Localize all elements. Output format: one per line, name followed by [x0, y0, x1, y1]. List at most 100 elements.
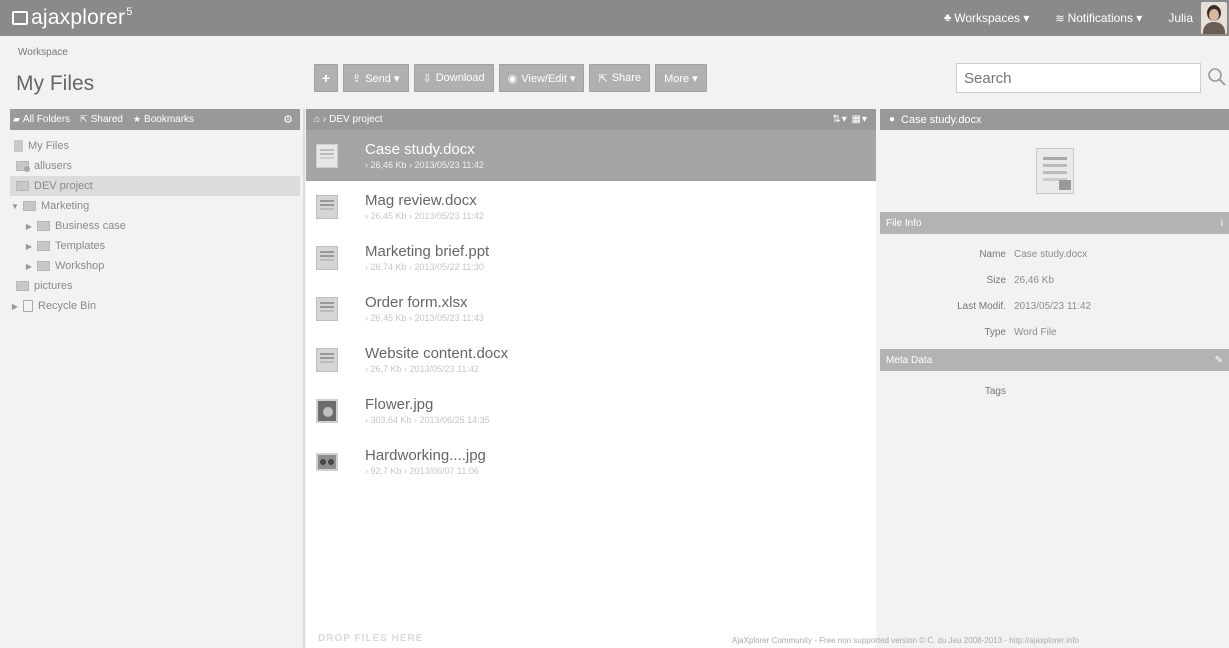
view-edit-button[interactable]: ◉ View/Edit ▾	[498, 64, 585, 92]
workspaces-menu[interactable]: ♣ Workspaces ▾	[944, 11, 1029, 25]
info-row-modified: Last Modif. 2013/05/23 11:42	[880, 293, 1229, 319]
tree-item-business-case[interactable]: ▶ Business case	[10, 216, 300, 236]
file-row[interactable]: Case study.docx › 26,46 Kb › 2013/05/23 …	[306, 130, 876, 181]
notifications-label: Notifications ▾	[1067, 11, 1143, 25]
meta-data-header: Meta Data ✎	[880, 349, 1229, 371]
info-row-size: Size 26,46 Kb	[880, 267, 1229, 293]
tree-item-pictures[interactable]: pictures	[10, 276, 300, 296]
folder-icon	[37, 221, 50, 231]
tree-item-label: pictures	[34, 280, 73, 292]
info-icon[interactable]: i	[1221, 218, 1223, 229]
file-name: Marketing brief.ppt	[365, 243, 490, 260]
share-button[interactable]: ⇱ Share	[589, 64, 651, 92]
tree-item-my-files[interactable]: My Files	[10, 136, 300, 156]
docx-preview-icon	[1035, 148, 1074, 194]
tab-bookmarks[interactable]: ★ Bookmarks	[133, 114, 194, 125]
view-edit-label: View/Edit ▾	[521, 72, 576, 85]
app-logo[interactable]: ajaxplorer 5	[12, 6, 133, 30]
tree-item-templates[interactable]: ▶ Templates	[10, 236, 300, 256]
eye-icon: ◉	[507, 72, 518, 85]
tab-shared-label: Shared	[90, 114, 123, 125]
info-key: Size	[986, 274, 1006, 286]
more-button[interactable]: More ▾	[655, 64, 707, 92]
download-button[interactable]: ⇩ Download	[413, 64, 494, 92]
edit-icon[interactable]: ✎	[1215, 355, 1223, 366]
file-name: Website content.docx	[365, 345, 509, 362]
file-preview	[880, 130, 1229, 212]
tree-item-label: Marketing	[41, 200, 90, 212]
selected-file-title: Case study.docx	[901, 113, 982, 126]
breadcrumb-current[interactable]: DEV project	[329, 114, 382, 125]
workspaces-icon: ♣	[943, 12, 952, 24]
meta-data-label: Meta Data	[886, 354, 933, 366]
file-row[interactable]: Marketing brief.ppt › 26,74 Kb › 2013/05…	[306, 232, 876, 283]
info-circle-icon: ●	[889, 114, 896, 125]
tab-shared[interactable]: ⇱ Shared	[80, 114, 123, 125]
file-meta: › 26,45 Kb › 2013/05/23 11:42	[365, 211, 484, 221]
workspaces-label: Workspaces ▾	[954, 11, 1030, 25]
panel-resize-handle[interactable]	[303, 109, 305, 648]
info-value: Case study.docx	[1014, 248, 1088, 260]
trash-icon	[23, 300, 33, 312]
tree-item-label: Templates	[55, 240, 106, 252]
chevron-right-icon[interactable]: ▶	[10, 302, 20, 311]
workspace-label: Workspace	[18, 47, 68, 58]
tree-item-marketing[interactable]: ▼ Marketing	[10, 196, 300, 216]
chevron-down-icon[interactable]: ▼	[10, 202, 20, 211]
chevron-right-icon[interactable]: ▶	[24, 242, 34, 251]
tree-item-dev-project[interactable]: DEV project	[10, 176, 300, 196]
tags-label: Tags	[984, 385, 1006, 397]
info-value: Word File	[1014, 326, 1057, 338]
share-icon: ⇱	[598, 72, 608, 85]
tree-item-recycle-bin[interactable]: ▶ Recycle Bin	[10, 296, 300, 316]
action-toolbar: + ⇪ Send ▾ ⇩ Download ◉ View/Edit ▾ ⇱ Sh…	[314, 64, 712, 92]
file-row[interactable]: Website content.docx › 26,7 Kb › 2013/05…	[306, 334, 876, 385]
footer-credits: AjaXplorer Community - Free non supporte…	[732, 636, 1079, 645]
search-icon[interactable]	[1207, 65, 1227, 89]
file-row[interactable]: Mag review.docx › 26,45 Kb › 2013/05/23 …	[306, 181, 876, 232]
chevron-right-icon[interactable]: ▶	[24, 262, 34, 271]
folder-icon	[37, 261, 50, 271]
file-name: Mag review.docx	[365, 192, 477, 209]
tree-item-label: allusers	[34, 160, 72, 172]
tab-all-folders[interactable]: ▰ All Folders	[13, 114, 70, 125]
tree-item-allusers[interactable]: allusers	[10, 156, 300, 176]
chevron-right-icon[interactable]: ▶	[24, 222, 34, 231]
home-icon[interactable]: ⌂ ›	[314, 114, 326, 125]
tree-item-workshop[interactable]: ▶ Workshop	[10, 256, 300, 276]
file-row[interactable]: Hardworking....jpg › 92,7 Kb › 2013/06/0…	[306, 436, 876, 487]
user-name[interactable]: Julia	[1168, 11, 1193, 25]
docx-file-icon	[316, 143, 338, 168]
info-row-type: Type Word File	[880, 319, 1229, 345]
tree-item-label: My Files	[28, 140, 69, 152]
download-icon: ⇩	[422, 72, 432, 85]
avatar[interactable]	[1201, 2, 1227, 34]
file-row[interactable]: Order form.xlsx › 26,45 Kb › 2013/05/23 …	[306, 283, 876, 334]
folder-tabs: ▰ All Folders ⇱ Shared ★ Bookmarks ⚙	[10, 109, 300, 130]
info-panel: ● Case study.docx File Info i Name Case …	[880, 109, 1229, 648]
gear-icon[interactable]: ⚙	[283, 113, 293, 126]
send-button[interactable]: ⇪ Send ▾	[343, 64, 409, 92]
tab-all-folders-label: All Folders	[22, 114, 71, 125]
drop-zone[interactable]: DROP FILES HERE	[318, 633, 423, 644]
file-row[interactable]: Flower.jpg › 303,64 Kb › 2013/06/25 14:3…	[306, 385, 876, 436]
docx-file-icon	[316, 194, 338, 219]
sort-view-icons[interactable]: ⇅▾ ▦▾	[832, 114, 868, 125]
search-input[interactable]	[956, 63, 1201, 93]
brand-name: ajaxplorer	[31, 6, 126, 29]
info-key: Name	[979, 248, 1006, 260]
file-meta: › 26,74 Kb › 2013/05/22 11:30	[365, 262, 484, 272]
file-info-header: File Info i	[880, 212, 1229, 234]
file-meta: › 26,46 Kb › 2013/05/23 11:42	[365, 160, 484, 170]
meta-data-table: Tags	[880, 371, 1229, 404]
tree-item-label: DEV project	[34, 180, 93, 192]
add-button[interactable]: +	[314, 64, 338, 92]
file-name: Hardworking....jpg	[365, 447, 486, 464]
shared-icon: ⇱	[80, 114, 88, 124]
file-name: Order form.xlsx	[365, 294, 468, 311]
tree-item-label: Workshop	[55, 260, 105, 272]
folder-panel: ▰ All Folders ⇱ Shared ★ Bookmarks ⚙ My …	[10, 109, 300, 648]
breadcrumb: ⌂ › DEV project ⇅▾ ▦▾	[306, 109, 876, 130]
notifications-menu[interactable]: ≋ Notifications ▾	[1055, 11, 1142, 25]
top-bar: ajaxplorer 5 ♣ Workspaces ▾ ≋ Notificatio…	[0, 0, 1229, 36]
